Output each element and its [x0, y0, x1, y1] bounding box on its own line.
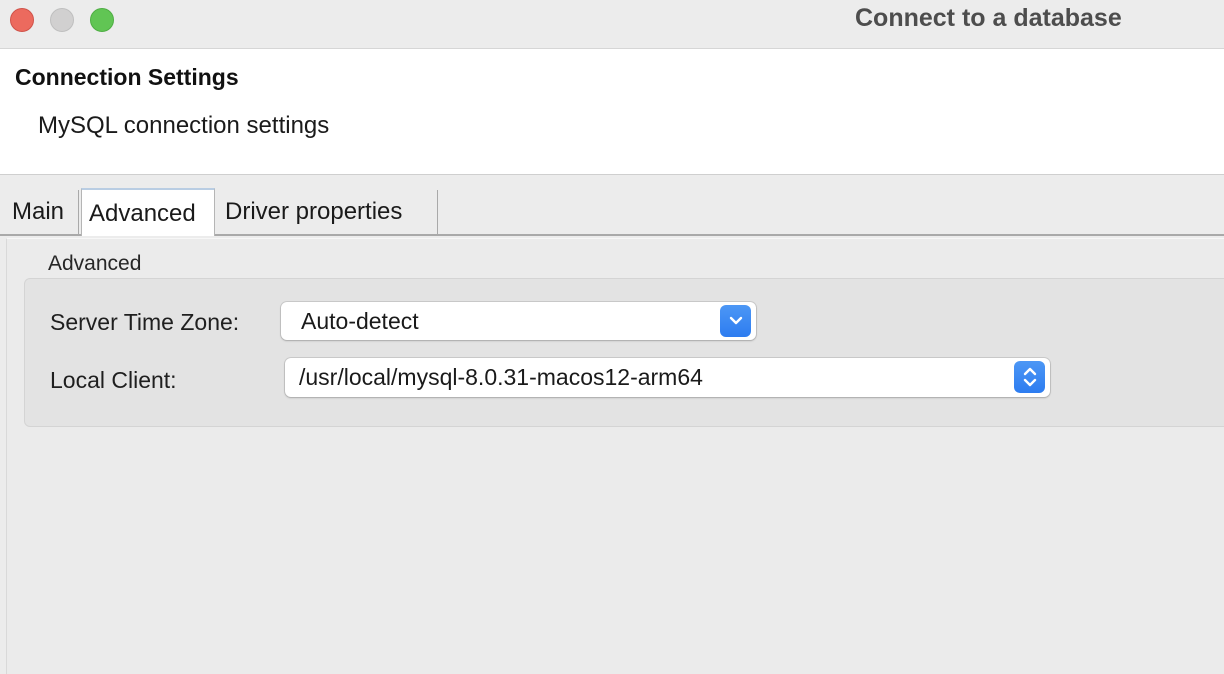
tab-separator — [437, 190, 438, 234]
advanced-group-box — [24, 278, 1224, 427]
server-time-zone-value: Auto-detect — [301, 308, 419, 334]
tab-driver-properties[interactable]: Driver properties — [225, 190, 402, 234]
page-title: Connection Settings — [15, 64, 239, 90]
page-subtitle: MySQL connection settings — [38, 112, 330, 139]
connection-settings-header: Connection Settings MySQL connection set… — [0, 49, 1224, 175]
zoom-window-button[interactable] — [90, 8, 114, 32]
up-down-chevron-icon[interactable] — [1014, 361, 1045, 393]
server-time-zone-select[interactable]: Auto-detect — [281, 302, 756, 340]
minimize-window-button[interactable] — [50, 8, 74, 32]
tab-advanced[interactable]: Advanced — [81, 188, 215, 236]
local-client-select[interactable]: /usr/local/mysql-8.0.31-macos12-arm64 — [285, 358, 1050, 397]
tab-separator — [78, 190, 79, 234]
advanced-group-label: Advanced — [48, 252, 142, 275]
tab-main[interactable]: Main — [12, 190, 64, 234]
server-time-zone-label: Server Time Zone: — [50, 309, 240, 335]
window-title: Connect to a database — [855, 4, 1122, 32]
local-client-label: Local Client: — [50, 367, 177, 393]
chevron-down-icon[interactable] — [720, 305, 751, 337]
connect-database-window: Connect to a database Connection Setting… — [0, 0, 1224, 674]
close-window-button[interactable] — [10, 8, 34, 32]
local-client-value: /usr/local/mysql-8.0.31-macos12-arm64 — [299, 364, 703, 390]
title-bar: Connect to a database — [0, 0, 1224, 49]
